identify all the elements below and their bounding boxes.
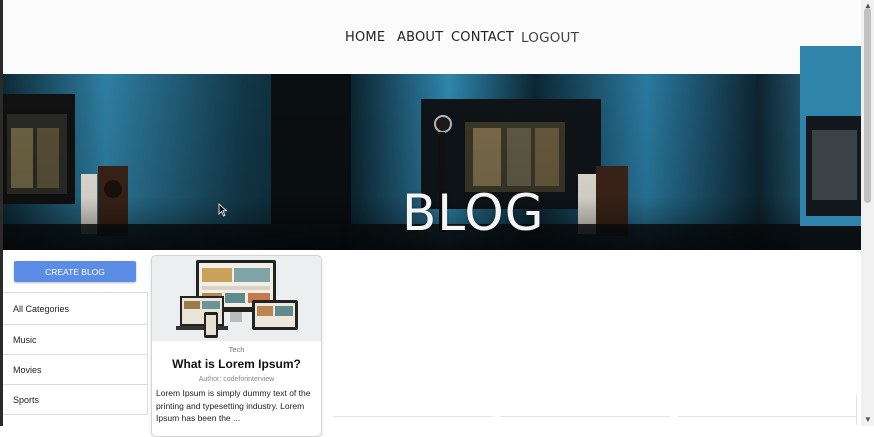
nav-logout-link[interactable]: LOGOUT <box>521 30 579 46</box>
nav-contact-link[interactable]: CONTACT <box>451 30 514 45</box>
category-music[interactable]: Music <box>3 325 147 355</box>
posts-loading-area <box>330 255 857 425</box>
hero-overflow-image <box>800 46 861 250</box>
post-thumbnail <box>152 256 321 341</box>
card-placeholder-edge <box>500 416 670 417</box>
nav-about-link[interactable]: ABOUT <box>397 30 443 45</box>
category-all[interactable]: All Categories <box>3 292 147 325</box>
card-placeholder-edge <box>333 416 493 417</box>
categories-table: All Categories Music Movies Sports <box>3 292 148 415</box>
scrollbar-thumb[interactable] <box>864 8 871 203</box>
blog-post-card[interactable]: Tech What is Lorem Ipsum? Author: codefo… <box>151 255 322 437</box>
create-blog-button[interactable]: CREATE BLOG <box>14 261 136 282</box>
category-movies[interactable]: Movies <box>3 355 147 385</box>
page-scrollbar[interactable]: ▲ ▼ <box>861 0 874 426</box>
nav-links: HOME ABOUT CONTACT LOGOUT <box>3 0 861 74</box>
category-sports[interactable]: Sports <box>3 385 147 415</box>
post-category: Tech <box>228 345 245 354</box>
post-description: Lorem Ipsum is simply dummy text of the … <box>156 388 311 423</box>
post-title[interactable]: What is Lorem Ipsum? <box>152 357 321 371</box>
post-author: Author: codeforinterview <box>198 376 275 383</box>
card-placeholder-edge <box>678 416 856 417</box>
mouse-cursor-icon <box>218 203 228 217</box>
scroll-down-icon[interactable]: ▼ <box>864 415 872 424</box>
nav-home-link[interactable]: HOME <box>345 30 385 45</box>
card-placeholder-border <box>856 395 857 425</box>
hero-title: BLOG <box>402 184 545 242</box>
top-navbar: HOME ABOUT CONTACT LOGOUT <box>3 0 861 74</box>
